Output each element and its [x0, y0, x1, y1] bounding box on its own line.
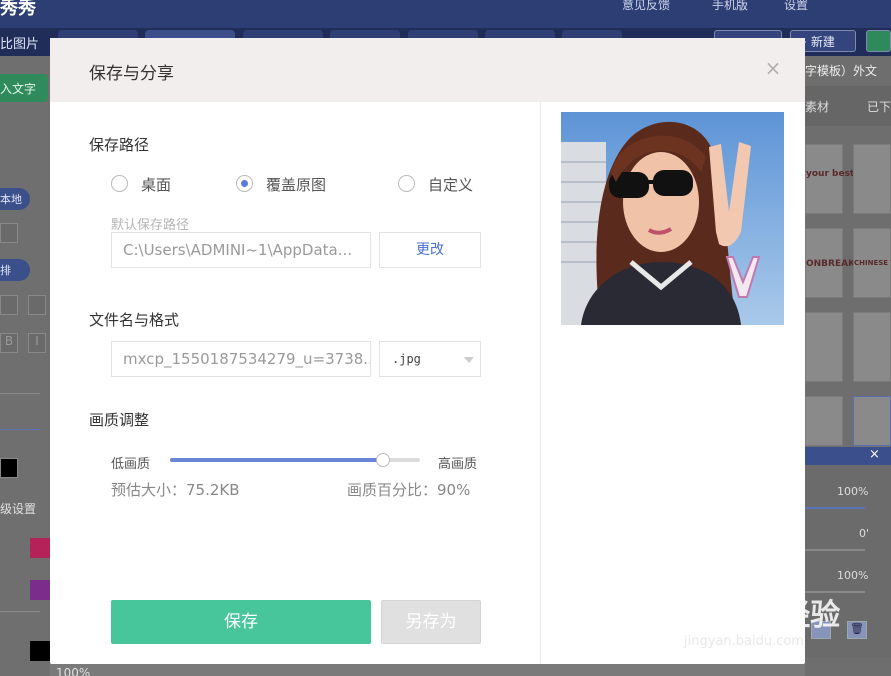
slider-2[interactable] [0, 429, 40, 430]
sticker-tile-7[interactable] [805, 396, 843, 446]
color-swatch-purple[interactable] [30, 580, 50, 600]
align-icon[interactable] [0, 295, 18, 315]
baidu-watermark: Baidu经验 jingyan.baidu.com [684, 590, 844, 660]
left-dropdown[interactable] [0, 223, 18, 243]
mobile-link[interactable]: 手机版 [712, 0, 748, 13]
low-quality-label: 低画质 [111, 457, 151, 472]
quality-slider[interactable] [170, 453, 420, 467]
sticker-tile-5[interactable] [805, 312, 843, 382]
exit-icon[interactable] [866, 30, 891, 52]
sticker-text-3: CHINESE T [854, 259, 891, 267]
quality-label: 画质调整 [89, 411, 150, 429]
filename-format-label: 文件名与格式 [89, 311, 180, 329]
sticker-tile-2[interactable] [853, 144, 891, 214]
estimated-size: 预估大小：75.2KB [111, 481, 240, 499]
quality-slider-fill [170, 458, 383, 462]
slider-1[interactable] [0, 393, 40, 394]
quality-percent: 画质百分比：90% [347, 481, 471, 499]
arrange-pill[interactable]: 排 [0, 259, 30, 281]
popup-value-1: 100% [837, 485, 869, 498]
tab-label[interactable]: 比图片 [0, 33, 39, 52]
sticker-text-2: ONBREAK [806, 259, 856, 269]
popup-slider-1[interactable] [805, 507, 865, 509]
radio-desktop-label[interactable]: 桌面 [141, 174, 171, 195]
save-path-label: 保存路径 [89, 136, 150, 154]
popup-value-2: 0' [859, 527, 870, 540]
sticker-tile-1[interactable]: your best!!! [805, 144, 867, 214]
radio-overwrite-dot[interactable] [236, 175, 253, 192]
high-quality-label: 高画质 [438, 457, 478, 472]
settings-link[interactable]: 设置 [784, 0, 808, 13]
tab-downloaded[interactable]: 已下 [867, 98, 891, 115]
popup-slider-2[interactable] [805, 549, 865, 551]
close-icon[interactable]: × [763, 58, 783, 78]
color-swatch-black-2[interactable] [30, 641, 50, 661]
sticker-tile-4[interactable]: CHINESE T [853, 228, 891, 298]
save-share-dialog: 保存与分享 × 保存路径 桌面 覆盖原图 自定义 默认保存路径 C:\Users… [50, 38, 805, 664]
format-select[interactable]: .jpg [379, 341, 481, 377]
format-value: .jpg [392, 352, 421, 366]
feedback-link[interactable]: 意见反馈 [622, 0, 670, 13]
radio-custom-label[interactable]: 自定义 [428, 174, 473, 195]
save-button[interactable]: 保存 [111, 600, 371, 644]
radio-overwrite-label[interactable]: 覆盖原图 [266, 174, 326, 195]
sticker-tile-6[interactable] [853, 312, 891, 382]
radio-custom-dot[interactable] [398, 175, 415, 192]
tab-material[interactable]: 素材 [805, 98, 829, 115]
color-swatch-black[interactable] [0, 458, 18, 478]
sticker-tile-8[interactable] [853, 396, 891, 446]
popup-value-3: 100% [837, 569, 869, 582]
color-swatch-pink[interactable] [30, 538, 50, 558]
opacity-value: 100% [56, 666, 91, 676]
material-tabs: 素材 已下 [805, 86, 891, 126]
sticker-tile-3[interactable]: ONBREAK [805, 228, 855, 298]
save-as-button[interactable]: 另存为 [381, 600, 481, 644]
change-path-button[interactable]: 更改 [379, 232, 481, 268]
radio-desktop-dot[interactable] [111, 175, 128, 192]
italic-icon[interactable]: I [28, 333, 46, 353]
app-logo: 秀秀 [0, 0, 36, 19]
filename-field[interactable]: mxcp_1550187534279_u=3738... [111, 341, 371, 377]
slider-3[interactable] [0, 611, 40, 612]
bold-icon[interactable]: B [0, 333, 18, 353]
layer-popup-close-icon[interactable]: × [869, 447, 880, 462]
quality-slider-thumb[interactable] [375, 453, 390, 467]
watermark-main: Baidu经验 [684, 598, 841, 633]
watermark-sub: jingyan.baidu.com [684, 634, 804, 649]
local-pill[interactable]: 本地 [0, 188, 30, 210]
trash-icon[interactable]: 🗑 [847, 621, 867, 639]
dialog-divider [540, 102, 541, 664]
save-path-field[interactable]: C:\Users\ADMINI~1\AppData... [111, 232, 371, 268]
dialog-title: 保存与分享 [89, 64, 174, 84]
align-center-icon[interactable] [28, 295, 46, 315]
template-header: 字模板）外文 [805, 64, 878, 78]
preview-photo [561, 112, 784, 325]
image-preview [561, 112, 784, 325]
advanced-settings-label[interactable]: 级设置 [0, 500, 36, 517]
default-path-hint: 默认保存路径 [111, 218, 190, 233]
dialog-header: 保存与分享 × [50, 38, 805, 102]
left-tool-panel: 入文字 本地 排 B I 级设置 100% [0, 56, 90, 676]
add-text-button[interactable]: 入文字 [0, 74, 48, 102]
chevron-down-icon [464, 357, 474, 363]
